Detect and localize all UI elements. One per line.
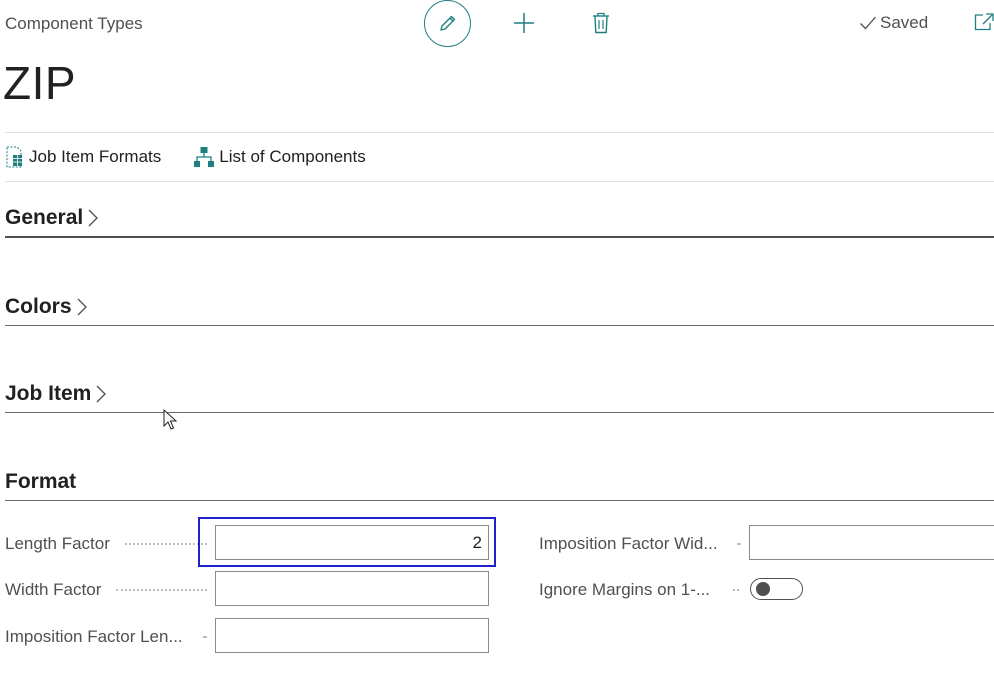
section-format: Format [5,465,994,501]
trash-icon [593,12,609,34]
action-label: List of Components [219,147,366,166]
document-grid-icon [6,146,22,168]
pencil-icon [439,15,455,31]
hierarchy-icon [194,147,215,167]
length-factor-label: Length Factor [5,534,110,553]
field-leader-dots [203,636,207,638]
imposition-factor-length-label: Imposition Factor Len... [5,627,183,646]
toolbar [424,0,616,47]
length-factor-input[interactable] [215,525,489,560]
width-factor-input[interactable] [215,571,489,606]
section-title: General [5,206,84,229]
delete-button[interactable] [586,8,616,38]
section-job-item-header[interactable]: Job Item [5,382,107,406]
new-button[interactable] [509,8,539,38]
saved-label: Saved [880,13,929,32]
mouse-cursor-icon [163,409,177,430]
field-leader-dots [737,543,741,545]
page-title: ZIP [3,57,77,109]
action-label: Job Item Formats [29,147,162,166]
checkmark-icon [860,16,876,30]
section-general-header[interactable]: General [5,206,99,230]
ignore-margins-toggle[interactable] [750,578,803,600]
section-job-item: Job Item [5,377,994,413]
chevron-right-icon [88,209,99,227]
section-title: Job Item [5,382,92,405]
imposition-factor-length-input[interactable] [215,618,489,653]
list-of-components-action[interactable]: List of Components [193,146,366,168]
chevron-right-icon [77,298,87,316]
imposition-factor-width-input[interactable] [749,525,994,560]
action-bar: Job Item Formats List of Components [5,132,994,182]
section-general: General [5,202,994,238]
edit-button[interactable] [424,0,471,47]
open-new-window-button[interactable] [974,13,994,36]
section-colors: Colors [5,290,994,326]
section-title: Format [5,470,77,493]
section-colors-header[interactable]: Colors [5,295,88,319]
plus-icon [514,13,534,33]
breadcrumb: Component Types [5,14,143,33]
chevron-right-icon [96,385,107,403]
ignore-margins-label: Ignore Margins on 1-... [539,580,711,599]
field-leader-dots [125,543,207,545]
job-item-formats-action[interactable]: Job Item Formats [5,146,161,168]
popout-icon [974,13,994,31]
section-title: Colors [5,295,72,318]
saved-status: Saved [859,13,928,33]
field-leader-dots [733,589,739,591]
toggle-knob [756,582,770,596]
section-format-header[interactable]: Format [5,470,76,494]
field-leader-dots [116,589,207,591]
imposition-factor-width-label: Imposition Factor Wid... [539,534,718,553]
width-factor-label: Width Factor [5,580,102,599]
